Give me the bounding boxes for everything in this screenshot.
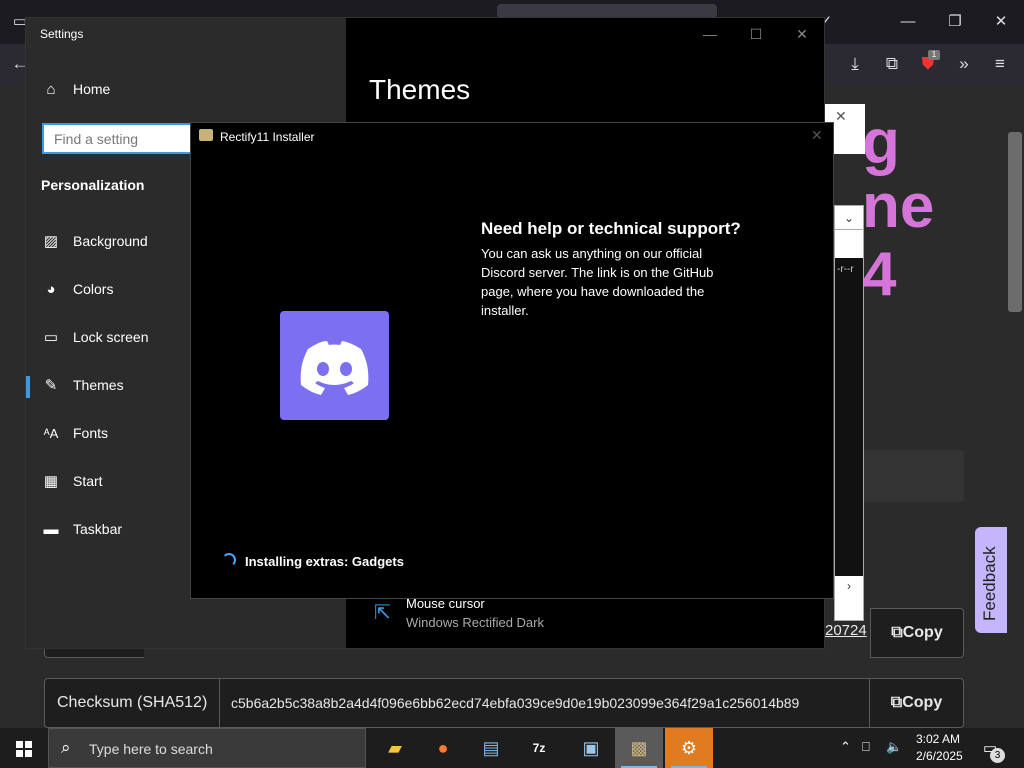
nav-label: Background bbox=[73, 233, 148, 249]
nav-label: Fonts bbox=[73, 425, 109, 441]
hash-link[interactable]: 20724 bbox=[825, 622, 867, 639]
loading-spinner-icon bbox=[222, 553, 236, 567]
scrollbar-thumb[interactable] bbox=[1008, 132, 1022, 312]
nav-label: Lock screen bbox=[73, 329, 149, 345]
feedback-button[interactable]: Feedback bbox=[975, 527, 1007, 633]
extensions-icon[interactable]: ⧉ bbox=[880, 52, 904, 76]
network-icon[interactable]: ⎕ bbox=[862, 739, 870, 755]
minimize-icon[interactable]: — bbox=[696, 25, 724, 43]
copy-icon: ⧉ bbox=[890, 694, 903, 711]
close-icon[interactable]: ✕ bbox=[835, 108, 847, 125]
installer-taskbar-icon[interactable]: ▩ bbox=[615, 728, 663, 768]
copy-checksum-button[interactable]: ⧉Copy bbox=[869, 679, 963, 727]
chevron-down-icon[interactable]: ⌄ bbox=[835, 206, 863, 230]
checksum-label: Checksum (SHA512) bbox=[45, 679, 221, 727]
installer-title: Rectify11 Installer bbox=[220, 130, 315, 144]
taskbar-icon: ▬ bbox=[43, 521, 59, 538]
mouse-cursor-icon: ⇱ bbox=[374, 602, 391, 624]
windows-logo-part bbox=[16, 750, 23, 757]
nav-label: Themes bbox=[73, 377, 124, 393]
brush-icon: ✎ bbox=[44, 377, 58, 394]
close-icon[interactable]: ✕ bbox=[788, 25, 816, 43]
image-icon: ▨ bbox=[43, 233, 59, 250]
taskbar-search-input[interactable]: ⌕ Type here to search bbox=[48, 728, 366, 768]
mouse-cursor-setting[interactable]: ⇱ Mouse cursor Windows Rectified Dark bbox=[371, 594, 771, 644]
minimize-icon[interactable]: — bbox=[894, 8, 922, 36]
browser-tab[interactable] bbox=[497, 4, 717, 18]
settings-gear-icon[interactable]: ⚙ bbox=[665, 728, 713, 768]
windows-logo-part bbox=[25, 750, 32, 757]
copy-label: Copy bbox=[902, 694, 943, 711]
firefox-icon[interactable]: ● bbox=[419, 728, 467, 768]
home-icon: ⌂ bbox=[46, 81, 56, 98]
7-zip-icon[interactable]: 7z bbox=[515, 728, 563, 768]
search-placeholder: Type here to search bbox=[89, 741, 213, 757]
copy-button[interactable]: ⧉Copy bbox=[870, 608, 964, 658]
nav-home-label: Home bbox=[73, 81, 111, 97]
list-box[interactable]: ⌄ -r--r › bbox=[834, 205, 864, 621]
font-icon: ᴬA bbox=[43, 426, 59, 441]
maximize-icon[interactable]: ☐ bbox=[742, 25, 770, 43]
section-heading: Personalization bbox=[41, 177, 145, 193]
restore-icon[interactable]: ❐ bbox=[941, 8, 969, 36]
volume-muted-icon[interactable]: 🔈 bbox=[886, 739, 902, 755]
network-app-icon[interactable]: ▤ bbox=[467, 728, 515, 768]
page-heading-line-1: g bbox=[862, 108, 900, 177]
checksum-value[interactable]: c5b6a2b5c38a8b2a4d4f096e6bb62ecd74ebfa03… bbox=[231, 679, 859, 727]
palette-icon: ◕ bbox=[46, 281, 56, 298]
copy-label: Copy bbox=[902, 624, 943, 641]
help-body: You can ask us anything on our official … bbox=[481, 246, 714, 318]
feedback-label: Feedback bbox=[980, 546, 999, 621]
installer-window: Rectify11 Installer ✕ Need help or techn… bbox=[190, 122, 834, 599]
extension-badge: 1 bbox=[928, 50, 940, 60]
windows-logo-part bbox=[25, 741, 32, 748]
copy-icon: ⧉ bbox=[891, 624, 903, 641]
windows-logo-icon bbox=[16, 741, 23, 748]
page-title: Themes bbox=[369, 74, 471, 105]
install-status: Installing extras: Gadgets bbox=[245, 554, 404, 569]
close-icon[interactable]: ✕ bbox=[987, 8, 1015, 36]
discord-icon bbox=[280, 311, 389, 420]
lock-screen-icon: ▭ bbox=[43, 329, 59, 346]
notification-count: 3 bbox=[990, 748, 1005, 763]
start-button[interactable] bbox=[0, 728, 48, 768]
file-explorer-icon[interactable]: ▰ bbox=[371, 728, 419, 768]
nav-label: Colors bbox=[73, 281, 114, 297]
window-title: Settings bbox=[40, 27, 84, 41]
close-icon[interactable]: ✕ bbox=[811, 127, 823, 144]
nav-label: Start bbox=[73, 473, 103, 489]
overflow-icon[interactable]: » bbox=[952, 52, 976, 76]
page-heading-line-3: 4 bbox=[862, 240, 897, 309]
nav-label: Taskbar bbox=[73, 521, 123, 537]
scroll-right-icon[interactable]: › bbox=[835, 576, 863, 596]
list-content: -r--r bbox=[835, 258, 863, 576]
checksum-row: Checksum (SHA512) c5b6a2b5c38a8b2a4d4f09… bbox=[44, 678, 964, 728]
help-title: Need help or technical support? bbox=[481, 219, 741, 238]
chevron-up-icon[interactable]: ⌃ bbox=[840, 739, 851, 755]
clock-date[interactable]: 2/6/2025 bbox=[916, 749, 963, 763]
page-heading-line-2: ne bbox=[862, 172, 935, 241]
nav-home[interactable]: ⌂ Home bbox=[26, 70, 346, 110]
start-icon: ▦ bbox=[43, 473, 59, 490]
search-placeholder: Find a setting bbox=[54, 131, 139, 147]
taskbar: ⌕ Type here to search ▰ ● ▤ 7z ▣ ▩ ⚙ ⌃ ⎕… bbox=[0, 728, 1024, 768]
mouse-cursor-value: Windows Rectified Dark bbox=[406, 615, 544, 630]
menu-icon[interactable]: ≡ bbox=[988, 52, 1012, 76]
search-icon: ⌕ bbox=[61, 738, 71, 757]
control-panel-icon[interactable]: ▣ bbox=[567, 728, 615, 768]
download-icon[interactable]: ⤓ bbox=[843, 52, 867, 76]
installer-app-icon bbox=[199, 129, 213, 141]
clock-time[interactable]: 3:02 AM bbox=[916, 732, 960, 746]
